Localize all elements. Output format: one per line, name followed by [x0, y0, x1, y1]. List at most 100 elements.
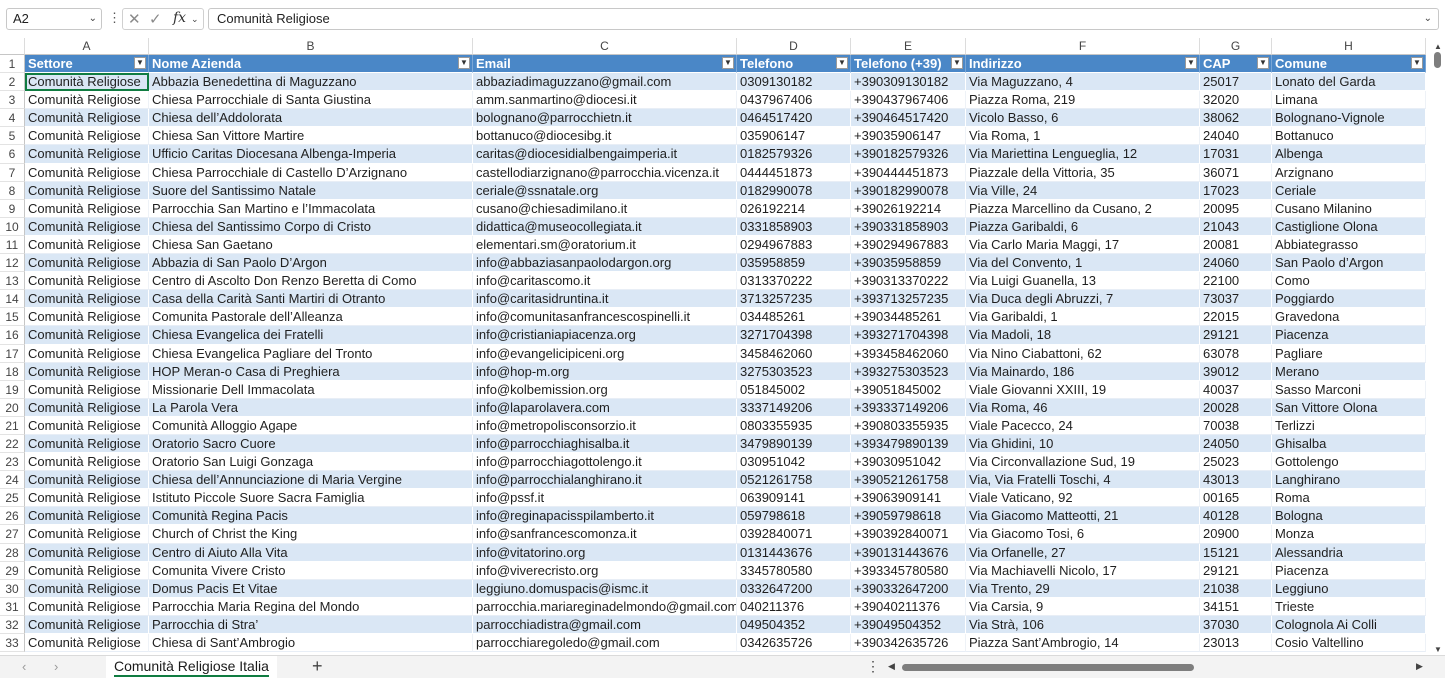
table-cell[interactable]: +390803355935	[851, 416, 966, 435]
table-cell[interactable]: 24050	[1200, 434, 1272, 454]
table-cell[interactable]: info@laparolavera.com	[473, 398, 737, 417]
table-cell[interactable]: Terlizzi	[1272, 416, 1426, 435]
table-cell[interactable]: didattica@museocollegiata.it	[473, 217, 737, 236]
table-cell[interactable]: Gottolengo	[1272, 453, 1426, 472]
table-cell[interactable]: Chiesa di Sant’Ambrogio	[149, 634, 473, 653]
table-cell[interactable]: parrocchiaregoledo@gmail.com	[473, 634, 737, 653]
table-cell[interactable]: Casa della Carità Santi Martiri di Otran…	[149, 290, 473, 309]
table-cell[interactable]: info@pssf.it	[473, 489, 737, 508]
table-cell[interactable]: 0464517420	[737, 109, 851, 128]
column-header-g[interactable]: G	[1200, 38, 1272, 55]
table-cell[interactable]: Suore del Santissimo Natale	[149, 181, 473, 200]
table-cell[interactable]: Gravedona	[1272, 308, 1426, 327]
table-cell[interactable]: Comunità Religiose	[25, 398, 149, 417]
table-cell[interactable]: parrocchiadistra@gmail.com	[473, 615, 737, 634]
row-number[interactable]: 30	[0, 579, 25, 598]
table-cell[interactable]: Via Mariettina Lengueglia, 12	[966, 145, 1200, 164]
table-cell[interactable]: San Vittore Olona	[1272, 398, 1426, 417]
table-cell[interactable]: info@cristianiapiacenza.org	[473, 326, 737, 345]
table-cell[interactable]: Comunità Religiose	[25, 254, 149, 273]
table-cell[interactable]: Via Mainardo, 186	[966, 362, 1200, 381]
row-number[interactable]: 33	[0, 634, 25, 653]
table-cell[interactable]: 3275303523	[737, 362, 851, 381]
row-number[interactable]: 22	[0, 434, 25, 454]
row-number[interactable]: 4	[0, 109, 25, 128]
chevron-down-icon[interactable]: ⌄	[89, 9, 97, 29]
filter-dropdown-icon[interactable]: ▼	[836, 57, 848, 69]
table-cell[interactable]: +39063909141	[851, 489, 966, 508]
table-cell[interactable]: +390182579326	[851, 145, 966, 164]
table-cell[interactable]: info@parrocchialanghirano.it	[473, 471, 737, 490]
table-cell[interactable]: Roma	[1272, 489, 1426, 508]
table-cell[interactable]: Comunità Religiose	[25, 199, 149, 218]
table-cell[interactable]: 39012	[1200, 362, 1272, 381]
row-number[interactable]: 29	[0, 561, 25, 580]
vertical-scroll-thumb[interactable]	[1434, 52, 1441, 68]
row-number[interactable]: 2	[0, 73, 25, 92]
table-cell[interactable]: 0313370222	[737, 272, 851, 291]
table-cell[interactable]: parrocchia.mariareginadelmondo@gmail.com	[473, 597, 737, 616]
table-cell[interactable]: Via Luigi Guanella, 13	[966, 272, 1200, 291]
table-cell[interactable]: 0342635726	[737, 634, 851, 653]
table-cell[interactable]: +39030951042	[851, 453, 966, 472]
table-cell[interactable]: 15121	[1200, 543, 1272, 562]
table-cell[interactable]: +390332647200	[851, 579, 966, 598]
table-cell[interactable]: Limana	[1272, 91, 1426, 110]
table-cell[interactable]: Abbazia Benedettina di Maguzzano	[149, 73, 473, 92]
row-number[interactable]: 1	[0, 55, 25, 74]
table-cell[interactable]: Oratorio Sacro Cuore	[149, 434, 473, 454]
table-cell[interactable]: Viale Vaticano, 92	[966, 489, 1200, 508]
table-cell[interactable]: 38062	[1200, 109, 1272, 128]
row-number[interactable]: 13	[0, 272, 25, 291]
table-cell[interactable]: Via Giacomo Matteotti, 21	[966, 507, 1200, 526]
table-cell[interactable]: Castiglione Olona	[1272, 217, 1426, 236]
row-number[interactable]: 26	[0, 507, 25, 526]
table-cell[interactable]: 24040	[1200, 127, 1272, 146]
table-cell[interactable]: 3271704398	[737, 326, 851, 345]
table-cell[interactable]: Comunità Religiose	[25, 543, 149, 562]
table-cell[interactable]: Domus Pacis Et Vitae	[149, 579, 473, 598]
table-cell[interactable]: 40128	[1200, 507, 1272, 526]
table-cell[interactable]: 040211376	[737, 597, 851, 616]
row-number[interactable]: 8	[0, 181, 25, 200]
row-number[interactable]: 18	[0, 362, 25, 381]
table-cell[interactable]: Comunità Religiose	[25, 109, 149, 128]
scroll-down-icon[interactable]: ▼	[1434, 645, 1442, 654]
scroll-right-icon[interactable]: ▶	[1416, 661, 1423, 672]
row-number[interactable]: 14	[0, 290, 25, 309]
select-all-corner[interactable]	[0, 38, 25, 55]
table-cell[interactable]: 0521261758	[737, 471, 851, 490]
table-cell[interactable]: Lonato del Garda	[1272, 73, 1426, 92]
header-cell[interactable]: Email ▼	[473, 55, 737, 74]
table-cell[interactable]: Parrocchia di Stra’	[149, 615, 473, 634]
table-cell[interactable]: Missionarie Dell Immacolata	[149, 380, 473, 399]
table-cell[interactable]: Piacenza	[1272, 326, 1426, 345]
table-cell[interactable]: +393713257235	[851, 290, 966, 309]
table-cell[interactable]: Merano	[1272, 362, 1426, 381]
row-number[interactable]: 16	[0, 326, 25, 345]
table-cell[interactable]: Pagliare	[1272, 344, 1426, 363]
filter-dropdown-icon[interactable]: ▼	[458, 57, 470, 69]
table-cell[interactable]: Alessandria	[1272, 543, 1426, 562]
table-cell[interactable]: +390392840071	[851, 525, 966, 544]
table-cell[interactable]: 0437967406	[737, 91, 851, 110]
table-cell[interactable]: Comunità Religiose	[25, 579, 149, 598]
row-number[interactable]: 15	[0, 308, 25, 327]
table-cell[interactable]: 17031	[1200, 145, 1272, 164]
row-number[interactable]: 31	[0, 597, 25, 616]
scroll-left-icon[interactable]: ◀	[888, 661, 895, 672]
table-cell[interactable]: Comunità Religiose	[25, 91, 149, 110]
table-cell[interactable]: elementari.sm@oratorium.it	[473, 235, 737, 255]
table-cell[interactable]: 3458462060	[737, 344, 851, 363]
table-cell[interactable]: 40037	[1200, 380, 1272, 399]
table-cell[interactable]: Arzignano	[1272, 163, 1426, 182]
table-cell[interactable]: 3345780580	[737, 561, 851, 580]
table-cell[interactable]: info@parrocchiagottolengo.it	[473, 453, 737, 472]
table-cell[interactable]: 0182990078	[737, 181, 851, 200]
table-cell[interactable]: cusano@chiesadimilano.it	[473, 199, 737, 218]
table-cell[interactable]: 25017	[1200, 73, 1272, 92]
table-cell[interactable]: info@kolbemission.org	[473, 380, 737, 399]
column-header-e[interactable]: E	[851, 38, 966, 55]
table-cell[interactable]: Comunità Religiose	[25, 507, 149, 526]
table-cell[interactable]: 21043	[1200, 217, 1272, 236]
